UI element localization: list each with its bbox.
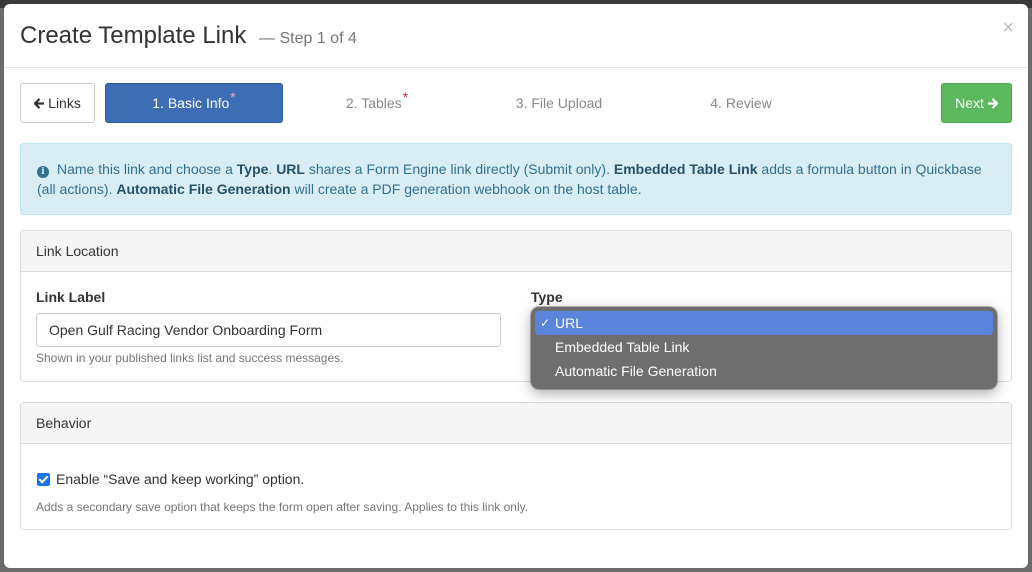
- link-location-heading: Link Location: [21, 231, 1011, 272]
- info-icon: i: [37, 166, 49, 178]
- type-field-label: Type: [531, 289, 563, 305]
- type-option-automatic-file-generation[interactable]: Automatic File Generation: [535, 359, 993, 383]
- modal-title-text: Create Template Link: [20, 22, 247, 49]
- close-icon[interactable]: ×: [1002, 18, 1014, 38]
- behavior-help: Adds a secondary save option that keeps …: [36, 500, 529, 514]
- arrow-right-icon: [987, 97, 998, 109]
- back-button-label: Links: [48, 95, 81, 111]
- wizard-nav: Links 1. Basic Info * 2. Tables * 3. File …: [20, 83, 1012, 123]
- link-label-input[interactable]: Open Gulf Racing Vendor Onboarding Form: [36, 313, 501, 347]
- modal-title: Create Template Link — Step 1 of 4: [20, 22, 357, 50]
- arrow-left-icon: [34, 97, 45, 109]
- create-template-link-modal: Create Template Link — Step 1 of 4 × Lin…: [4, 4, 1028, 568]
- step-label: 3. File Upload: [515, 95, 603, 111]
- wizard-step-tables[interactable]: 2. Tables *: [288, 83, 466, 123]
- option-label: URL: [555, 315, 584, 331]
- wizard-step-file-upload[interactable]: 3. File Upload: [470, 83, 648, 123]
- checkmark-icon: ✓: [540, 316, 551, 330]
- step-label: 4. Review: [710, 95, 772, 111]
- required-marker: *: [402, 89, 409, 105]
- behavior-heading: Behavior: [21, 403, 1011, 444]
- info-bold: Automatic File Generation: [116, 181, 291, 197]
- next-button[interactable]: Next: [941, 83, 1012, 123]
- behavior-panel: Behavior Enable “Save and keep working” …: [20, 402, 1012, 530]
- info-bold: Type: [236, 161, 269, 177]
- type-select-dropdown[interactable]: ✓ URL Embedded Table Link Automatic File…: [531, 307, 997, 389]
- info-bold: Embedded Table Link: [613, 161, 758, 177]
- save-keep-working-label[interactable]: Enable “Save and keep working” option.: [56, 471, 304, 487]
- save-keep-working-checkbox[interactable]: [37, 473, 50, 486]
- info-text: Name this link and choose a: [57, 161, 237, 177]
- info-text: shares a Form Engine link directly (Subm…: [304, 161, 614, 177]
- info-bold: URL: [276, 161, 305, 177]
- type-option-url[interactable]: ✓ URL: [535, 311, 993, 335]
- modal-step-indicator: — Step 1 of 4: [259, 30, 357, 47]
- wizard-step-basic-info[interactable]: 1. Basic Info *: [105, 83, 283, 123]
- modal-header: Create Template Link — Step 1 of 4 ×: [4, 4, 1028, 68]
- wizard-step-review[interactable]: 4. Review: [652, 83, 830, 123]
- back-to-links-button[interactable]: Links: [20, 83, 95, 123]
- next-button-label: Next: [955, 95, 984, 111]
- step-label: 2. Tables: [345, 95, 402, 111]
- option-label: Embedded Table Link: [555, 339, 690, 355]
- type-option-embedded-table-link[interactable]: Embedded Table Link: [535, 335, 993, 359]
- link-label-help: Shown in your published links list and s…: [36, 351, 344, 365]
- info-text: will create a PDF generation webhook on …: [290, 181, 642, 197]
- link-label-field-label: Link Label: [36, 289, 106, 305]
- option-label: Automatic File Generation: [555, 363, 717, 379]
- step-label: 1. Basic Info: [152, 95, 230, 111]
- required-marker: *: [230, 89, 236, 105]
- info-alert: i Name this link and choose a Type. URL s…: [20, 143, 1012, 215]
